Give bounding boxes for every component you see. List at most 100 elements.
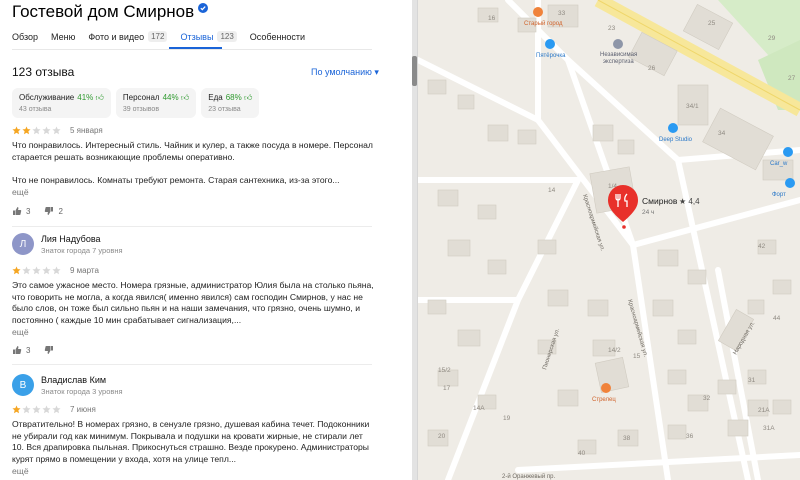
star-empty-icon <box>52 126 61 135</box>
thumb-up-icon[interactable] <box>12 345 22 355</box>
house-number-label: 27 <box>788 75 796 82</box>
review-card: 5 января Что понравилось. Интересный сти… <box>12 126 374 216</box>
review-text: Это самое ужасное место. Номера грязные,… <box>12 280 374 325</box>
review-author[interactable]: Л Лия Надубова Знаток города 7 уровня <box>12 233 123 255</box>
aspect-chip-food[interactable]: Еда 68% 👍︎ 23 отзыва <box>201 88 260 118</box>
review-text: Что понравилось. Интересный стиль. Чайни… <box>12 140 373 185</box>
author-level: Знаток города 7 уровня <box>41 245 123 255</box>
star-filled-icon <box>12 266 21 275</box>
tab-bar: Обзор Меню Фото и видео 172 Отзывы 123 Осо… <box>12 31 318 42</box>
dislikes-count: 2 <box>58 206 63 216</box>
shopping-bag-icon[interactable] <box>668 123 678 133</box>
review-author[interactable]: В Владислав Ким Знаток города 3 уровня <box>12 374 123 396</box>
avatar[interactable]: Л <box>12 233 34 255</box>
pin-rating-label: ★ 4,4 <box>679 197 700 206</box>
thumb-down-icon[interactable] <box>44 206 54 216</box>
poi-label: Старый город <box>524 20 563 27</box>
house-number-label: 14 <box>548 187 556 194</box>
review-date: 5 января <box>70 126 103 135</box>
house-number-label: 15/2 <box>438 367 451 374</box>
sort-dropdown[interactable]: По умолчанию ▾ <box>311 67 379 78</box>
author-level: Знаток города 3 уровня <box>41 386 123 396</box>
tab-reviews[interactable]: Отзывы 123 <box>180 31 237 42</box>
house-number-label: 21А <box>758 407 770 414</box>
shopping-bag-icon[interactable] <box>783 147 793 157</box>
tab-overview[interactable]: Обзор <box>12 31 38 42</box>
aspect-chip-service[interactable]: Обслуживание 41% 👍︎ 43 отзыва <box>12 88 111 118</box>
star-filled-icon <box>12 126 21 135</box>
star-empty-icon <box>42 405 51 414</box>
house-number-label: 14А <box>473 405 485 412</box>
place-card-panel: Гостевой дом Смирнов Обзор Меню Фото и в… <box>0 0 415 480</box>
review-votes: 3 <box>12 345 374 355</box>
divider <box>12 49 372 50</box>
house-number-label: 36 <box>686 433 694 440</box>
star-empty-icon <box>32 266 41 275</box>
map-canvas[interactable]: 162325262729333434/11/41414А14/21515/217… <box>418 0 800 480</box>
pin-hours-label: 24 ч <box>642 209 654 216</box>
author-name[interactable]: Лия Надубова <box>41 234 123 244</box>
map-view[interactable]: 16 23 25 26 27 29 33 34 34/1 1/4 14 14А 14/2 15 15/2 17… <box>418 0 800 480</box>
tab-menu[interactable]: Меню <box>51 31 75 42</box>
building-icon[interactable] <box>613 39 623 49</box>
shopping-bag-icon[interactable] <box>545 39 555 49</box>
aspect-chip-staff[interactable]: Персонал 44% 👍︎ 39 отзывов <box>115 88 197 118</box>
read-more-link[interactable]: ещё <box>12 327 374 337</box>
likes-count: 3 <box>26 345 31 355</box>
street-label: 2-й Оранжевый пр. <box>502 473 555 480</box>
star-empty-icon <box>42 266 51 275</box>
house-number-label: 44 <box>773 315 781 322</box>
shopping-bag-icon[interactable] <box>785 178 795 188</box>
read-more-link[interactable]: ещё <box>12 466 374 476</box>
place-title: Гостевой дом Смирнов <box>12 2 195 21</box>
star-empty-icon <box>42 126 51 135</box>
house-number-label: 31А <box>763 425 775 432</box>
house-number-label: 32 <box>703 395 711 402</box>
thumb-up-icon: 👍︎ <box>180 93 190 102</box>
tab-photos[interactable]: Фото и видео 172 <box>88 31 168 42</box>
star-filled-icon <box>22 126 31 135</box>
house-number-label: 29 <box>768 35 776 42</box>
thumb-up-icon[interactable] <box>12 206 22 216</box>
poi-label: Независимая <box>600 52 637 58</box>
house-number-label: 20 <box>438 433 446 440</box>
verified-badge-icon <box>198 3 209 13</box>
poi-label: Пятёрочка <box>536 53 566 59</box>
pin-name-label: Смирнов <box>642 196 678 206</box>
house-number-label: 16 <box>488 15 496 22</box>
reviews-count: 123 отзыва <box>12 65 75 79</box>
author-name[interactable]: Владислав Ким <box>41 375 123 385</box>
review-votes: 3 2 <box>12 206 374 216</box>
poi-label: экспертиза <box>603 59 634 65</box>
tab-features[interactable]: Особенности <box>250 31 305 42</box>
rating-stars: 9 марта <box>12 266 374 275</box>
star-empty-icon <box>22 266 31 275</box>
house-number-label: 15 <box>633 353 641 360</box>
likes-count: 3 <box>26 206 31 216</box>
divider <box>12 364 372 365</box>
thumb-up-icon: 👍︎ <box>243 93 253 102</box>
aspect-chips: Обслуживание 41% 👍︎ 43 отзыва Персонал 44%… <box>12 88 264 118</box>
star-empty-icon <box>52 405 61 414</box>
house-number-label: 38 <box>623 435 631 442</box>
rating-stars: 5 января <box>12 126 374 135</box>
house-number-label: 25 <box>708 20 716 27</box>
poi-label: Deep Studio <box>659 137 693 143</box>
restaurant-icon[interactable] <box>533 7 543 17</box>
review-date: 9 марта <box>70 266 99 275</box>
read-more-link[interactable]: ещё <box>12 187 374 197</box>
restaurant-icon[interactable] <box>601 383 611 393</box>
house-number-label: 19 <box>503 415 511 422</box>
star-empty-icon <box>52 266 61 275</box>
house-number-label: 34 <box>718 130 726 137</box>
poi-label: Стрелец <box>592 397 616 403</box>
rating-stars: 7 июня <box>12 405 374 414</box>
house-number-label: 34/1 <box>686 103 699 110</box>
house-number-label: 40 <box>578 450 586 457</box>
star-empty-icon <box>32 405 41 414</box>
tab-count: 172 <box>148 31 168 42</box>
avatar[interactable]: В <box>12 374 34 396</box>
pin-dot[interactable] <box>622 225 626 229</box>
thumb-down-icon[interactable] <box>44 345 54 355</box>
house-number-label: 26 <box>648 65 656 72</box>
